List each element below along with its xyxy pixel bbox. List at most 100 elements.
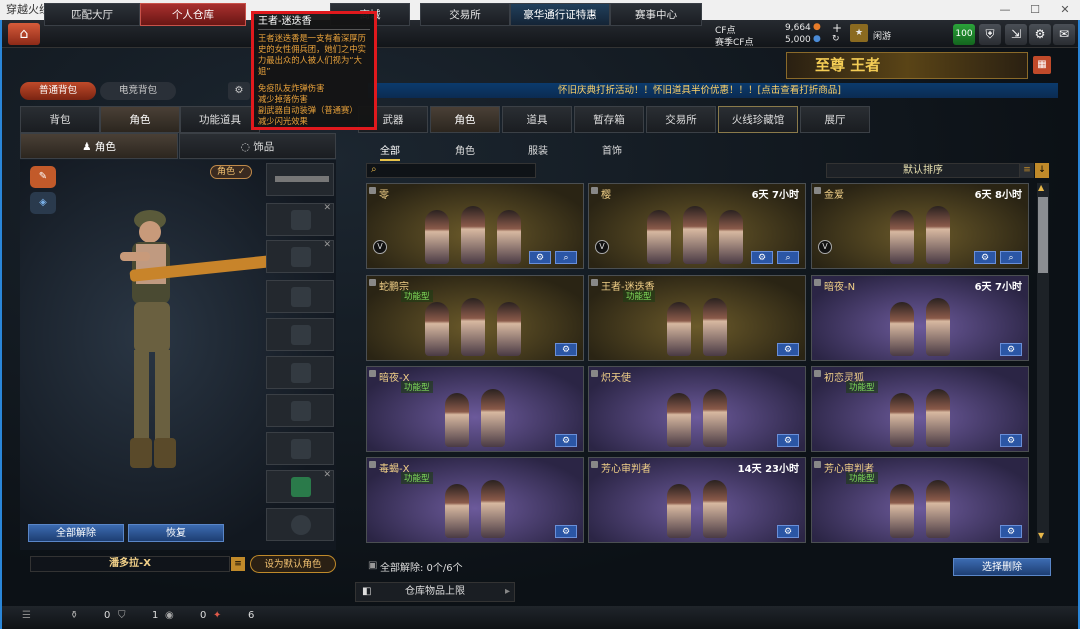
main-tab[interactable]: 火线珍藏馆 <box>718 106 798 133</box>
grid-menu-icon[interactable]: ▦ <box>1033 56 1051 74</box>
search-icon[interactable]: ⌕ <box>555 251 577 264</box>
shield-small-icon[interactable]: ⛉ <box>118 610 126 621</box>
esports-bag-button[interactable]: 电竞背包 <box>100 82 176 100</box>
list-icon[interactable]: ≡ <box>231 557 245 571</box>
close-button[interactable]: ✕ <box>1050 0 1080 20</box>
item-card[interactable]: 王者-迷迭香 功能型 ⚙ <box>588 275 806 361</box>
preview-icon[interactable]: ⚙ <box>555 434 577 447</box>
nav-tab[interactable]: 豪华通行证特惠 <box>510 3 610 26</box>
tab-role[interactable]: 角色 <box>100 106 180 133</box>
remove-icon[interactable]: ✕ <box>323 470 331 480</box>
main-tab[interactable]: 道具 <box>502 106 572 133</box>
nav-tab[interactable]: 赛事中心 <box>610 3 702 26</box>
level-badge[interactable]: 100 <box>953 24 975 45</box>
equipment-slot[interactable]: ✕ <box>266 203 334 236</box>
bottle-icon[interactable]: ⚱ <box>70 610 78 621</box>
view-toggle-icon[interactable]: ◈ <box>30 192 56 214</box>
item-card[interactable]: 樱 6天 7小时 V ⚙ ⌕ <box>588 183 806 269</box>
set-default-button[interactable]: 设为默认角色 <box>250 555 336 573</box>
scrollbar-thumb[interactable] <box>1038 197 1048 273</box>
spray-slot[interactable] <box>266 508 334 541</box>
equipment-slot[interactable]: ✕ <box>266 240 334 273</box>
promo-banner[interactable]: 至尊 王者 <box>786 52 1028 79</box>
preview-icon[interactable]: ⚙ <box>777 434 799 447</box>
restore-button[interactable]: 恢复 <box>128 524 224 542</box>
warehouse-limit-bar[interactable]: ◧ 仓库物品上限 ▸ <box>355 582 515 602</box>
shield-icon[interactable]: ⛨ <box>979 24 1001 45</box>
tab-function-items[interactable]: 功能道具 <box>180 106 260 133</box>
premium-info-icon[interactable]: ● <box>813 34 821 44</box>
item-card[interactable]: 初恋灵狐 功能型 ⚙ <box>811 366 1029 452</box>
accessory-slot[interactable]: ✕ <box>266 470 334 503</box>
filter-tab[interactable]: 全部 <box>380 142 400 161</box>
preview-icon[interactable]: ⚙ <box>1000 434 1022 447</box>
maximize-button[interactable]: ☐ <box>1020 0 1050 20</box>
weapon-slot[interactable] <box>266 163 334 196</box>
main-tab[interactable]: 交易所 <box>646 106 716 133</box>
recharge-plus-icon[interactable]: + <box>832 21 842 35</box>
preview-icon[interactable]: ⚙ <box>555 343 577 356</box>
nav-tab[interactable]: 匹配大厅 <box>44 3 140 26</box>
refresh-icon[interactable]: ↻ <box>832 34 840 44</box>
item-card[interactable]: 暗夜-N 6天 7小时 ⚙ <box>811 275 1029 361</box>
search-icon[interactable]: ⌕ <box>1000 251 1022 264</box>
home-button[interactable]: ⌂ <box>8 23 40 45</box>
gear-icon[interactable]: ⚙ <box>751 251 773 264</box>
menu-icon[interactable]: ☰ <box>22 610 31 621</box>
preview-icon[interactable]: ⚙ <box>777 343 799 356</box>
effect-toggle-icon[interactable]: ✎ <box>30 166 56 188</box>
item-card[interactable]: 暗夜-X 功能型 ⚙ <box>366 366 584 452</box>
gift-icon[interactable]: ✦ <box>213 610 221 621</box>
preview-icon[interactable]: ⚙ <box>555 525 577 538</box>
item-card[interactable]: 蛇鹏宗 功能型 ⚙ <box>366 275 584 361</box>
item-card[interactable]: 芳心审判者 功能型 ⚙ <box>811 457 1029 543</box>
mail-icon[interactable]: ✉ <box>1053 24 1075 45</box>
gear-icon[interactable]: ⚙ <box>974 251 996 264</box>
cf-add-icon[interactable]: ● <box>813 22 821 32</box>
pants-slot[interactable] <box>266 394 334 427</box>
item-card[interactable]: 芳心审判者 14天 23小时 ⚙ <box>588 457 806 543</box>
item-card[interactable]: 零 V ⚙ ⌕ <box>366 183 584 269</box>
remove-icon[interactable]: ✕ <box>323 240 331 250</box>
list-view-icon[interactable]: ≡ <box>1020 163 1034 178</box>
filter-tab[interactable]: 服装 <box>528 142 548 157</box>
gear-icon[interactable]: ⚙ <box>1029 24 1051 45</box>
item-card[interactable]: 金爱 6天 8小时 V ⚙ ⌕ <box>811 183 1029 269</box>
preview-icon[interactable]: ⚙ <box>1000 525 1022 538</box>
filter-tab[interactable]: 首饰 <box>602 142 622 157</box>
nav-tab[interactable]: 交易所 <box>420 3 510 26</box>
item-card[interactable]: 毒蝎-X 功能型 ⚙ <box>366 457 584 543</box>
item-grid-scrollbar[interactable]: ▲ ▼ <box>1037 183 1049 543</box>
subtab-accessory[interactable]: ◌ 饰品 <box>179 133 336 159</box>
promo-marquee[interactable]: 怀旧庆典打折活动！！怀旧道具半价优惠！！！[点击查看打折商品] <box>368 83 1058 98</box>
unequip-all-button[interactable]: 全部解除 <box>28 524 124 542</box>
main-tab[interactable]: 暂存箱 <box>574 106 644 133</box>
select-delete-button[interactable]: 选择删除 <box>953 558 1051 576</box>
tab-backpack[interactable]: 背包 <box>20 106 100 133</box>
remove-icon[interactable]: ✕ <box>323 203 331 213</box>
shirt-slot[interactable] <box>266 318 334 351</box>
normal-bag-button[interactable]: 普通背包 <box>20 82 96 100</box>
pet-slot[interactable] <box>266 432 334 465</box>
scroll-up-icon[interactable]: ▲ <box>1038 183 1044 192</box>
chat-icon[interactable]: ◉ <box>165 610 174 621</box>
preview-icon[interactable]: ⚙ <box>777 525 799 538</box>
sort-select[interactable]: 默认排序 <box>826 163 1020 178</box>
sort-order-icon[interactable]: ↓ <box>1035 163 1049 178</box>
item-card[interactable]: 炽天使 ⚙ <box>588 366 806 452</box>
main-tab[interactable]: 角色 <box>430 106 500 133</box>
settings-small-icon[interactable]: ⚙ <box>228 82 250 100</box>
search-icon[interactable]: ⌕ <box>777 251 799 264</box>
search-input[interactable]: ⌕ <box>366 163 536 178</box>
minimize-button[interactable]: — <box>990 0 1020 20</box>
gear-icon[interactable]: ⚙ <box>529 251 551 264</box>
subtab-role[interactable]: ♟ 角色 <box>20 133 178 159</box>
preview-icon[interactable]: ⚙ <box>1000 343 1022 356</box>
filter-tab[interactable]: 角色 <box>455 142 475 157</box>
nav-tab[interactable]: 个人仓库 <box>140 3 246 26</box>
exit-icon[interactable]: ⇲ <box>1005 24 1027 45</box>
torso-slot[interactable] <box>266 356 334 389</box>
main-tab[interactable]: 展厅 <box>800 106 870 133</box>
vest-slot[interactable] <box>266 280 334 313</box>
scroll-down-icon[interactable]: ▼ <box>1038 531 1044 540</box>
